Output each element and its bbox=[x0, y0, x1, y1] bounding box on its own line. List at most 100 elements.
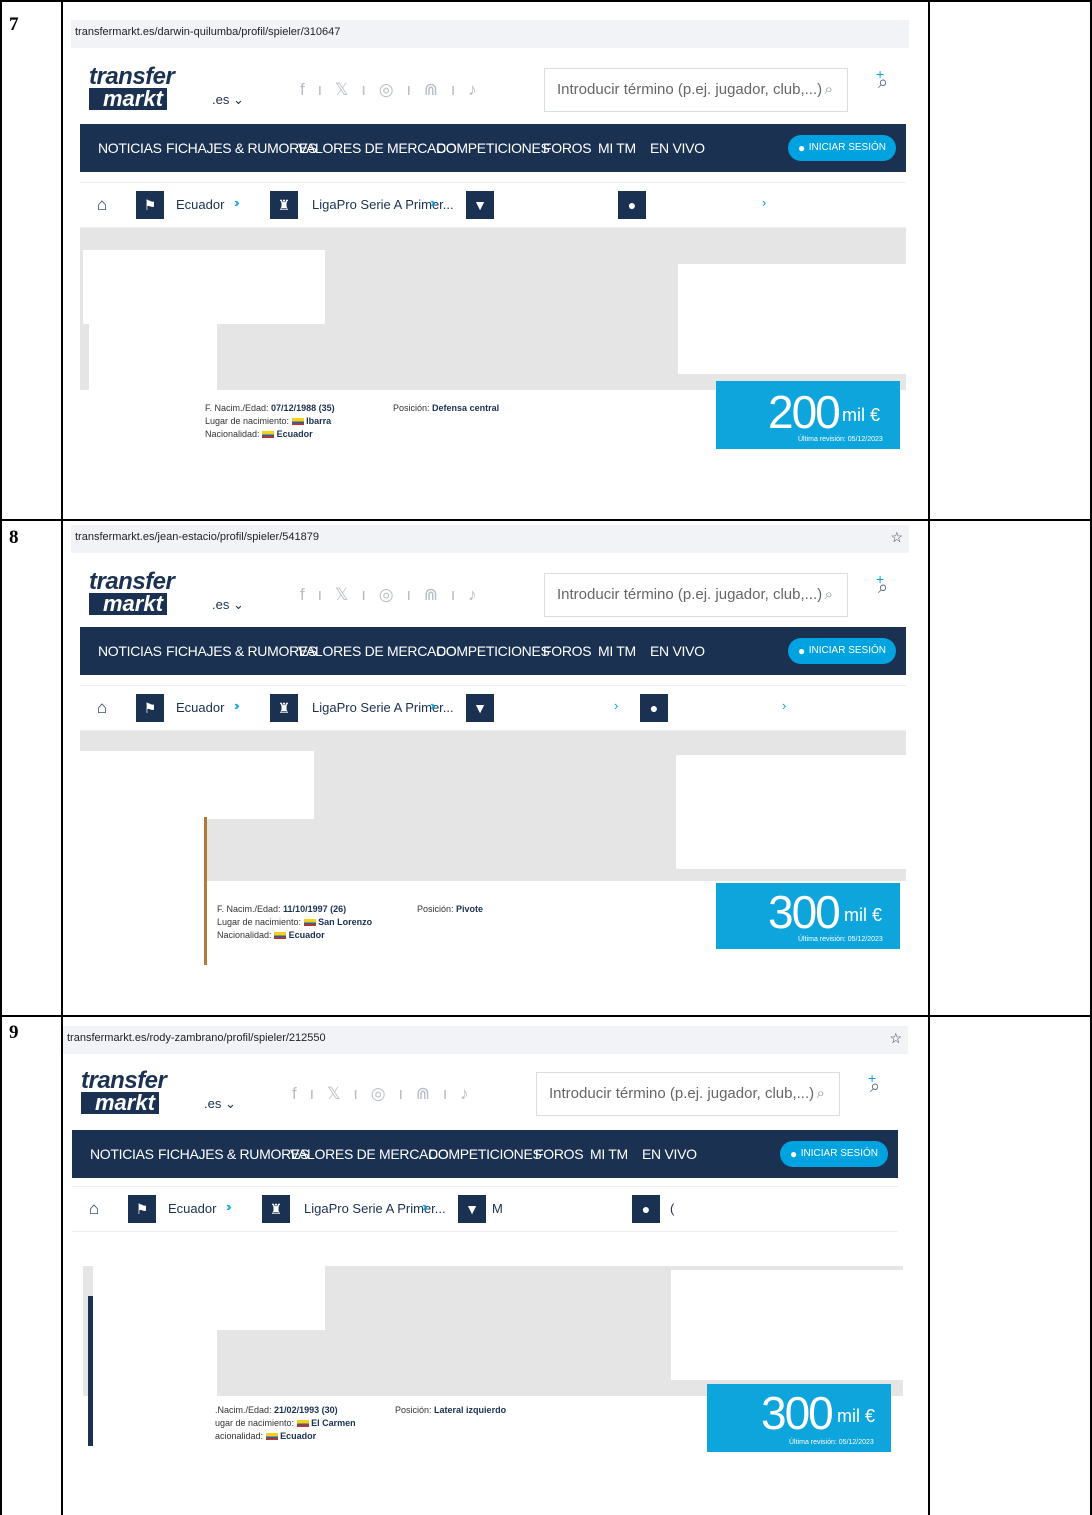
player-icon: ● bbox=[640, 694, 668, 722]
market-value-box[interactable]: 300 mil € Última revisión: 05/12/2023 bbox=[707, 1384, 891, 1452]
domain-selector[interactable]: .es ⌄ bbox=[212, 597, 244, 613]
url-text: transfermarkt.es/darwin-quilumba/profil/… bbox=[75, 26, 341, 38]
row-number: 9 bbox=[9, 1022, 19, 1043]
login-button[interactable]: ● INICIAR SESIÓN bbox=[780, 1141, 888, 1167]
player-position: Posición: Defensa central bbox=[393, 403, 500, 413]
home-icon[interactable]: ⌂ bbox=[88, 191, 116, 219]
domain-selector[interactable]: .es ⌄ bbox=[204, 1096, 236, 1112]
search-input[interactable]: Introducir término (p.ej. jugador, club,… bbox=[544, 68, 848, 112]
home-icon[interactable]: ⌂ bbox=[88, 694, 116, 722]
advanced-search-icon[interactable]: ⌕ + bbox=[868, 1070, 880, 1097]
bookmark-star-icon: ☆ bbox=[890, 529, 903, 545]
breadcrumb-arrow: ›› bbox=[430, 195, 435, 210]
nav-fichajes[interactable]: FICHAJES & RUMORES bbox=[158, 1146, 309, 1162]
social-icons[interactable]: f ı 𝕏 ı ◎ ı ⋒ ı ♪ bbox=[300, 585, 481, 605]
nav-mitm[interactable]: MI TM bbox=[598, 643, 636, 659]
transfermarkt-logo[interactable]: transfer markt bbox=[81, 1069, 205, 1116]
row-number: 8 bbox=[9, 527, 19, 548]
nav-competiciones[interactable]: COMPETICIONES bbox=[436, 140, 550, 156]
trophy-icon: ♜ bbox=[270, 191, 298, 219]
market-value: 200 bbox=[768, 386, 841, 438]
main-nav: NOTICIAS FICHAJES & RUMORES VALORES DE M… bbox=[72, 1130, 898, 1178]
flag-icon: ⚑ bbox=[136, 694, 164, 722]
nav-fichajes[interactable]: FICHAJES & RUMORES bbox=[166, 140, 317, 156]
market-value-unit: mil € bbox=[842, 405, 881, 425]
breadcrumb-player[interactable]: ( bbox=[670, 1201, 674, 1216]
nav-envivo[interactable]: EN VIVO bbox=[642, 1146, 697, 1162]
browser-url-bar[interactable]: transfermarkt.es/jean-estacio/profil/spi… bbox=[71, 525, 909, 553]
nav-envivo[interactable]: EN VIVO bbox=[650, 140, 705, 156]
player-icon: ● bbox=[618, 191, 646, 219]
transfermarkt-logo[interactable]: transfer markt bbox=[89, 570, 213, 617]
breadcrumb-country[interactable]: Ecuador bbox=[176, 700, 224, 715]
nav-competiciones[interactable]: COMPETICIONES bbox=[436, 643, 550, 659]
search-input[interactable]: Introducir término (p.ej. jugador, club,… bbox=[536, 1072, 840, 1116]
search-icon: ⌕ bbox=[824, 81, 833, 98]
market-value-unit: mil € bbox=[837, 1406, 876, 1426]
nav-valores[interactable]: VALORES DE MERCADO bbox=[290, 1146, 449, 1162]
nav-foros[interactable]: FOROS bbox=[543, 643, 592, 659]
screenshot-row-9: transfermarkt.es/rody-zambrano/profil/sp… bbox=[63, 1026, 908, 1470]
ecuador-flag-icon bbox=[291, 418, 304, 426]
browser-url-bar[interactable]: transfermarkt.es/rody-zambrano/profil/sp… bbox=[63, 1026, 908, 1054]
nav-mitm[interactable]: MI TM bbox=[598, 140, 636, 156]
redacted-block bbox=[80, 751, 314, 819]
nav-noticias[interactable]: NOTICIAS bbox=[98, 643, 162, 659]
social-icons[interactable]: f ı 𝕏 ı ◎ ı ⋒ ı ♪ bbox=[300, 80, 481, 100]
shirt-icon: ▼ bbox=[458, 1195, 486, 1223]
domain-selector[interactable]: .es ⌄ bbox=[212, 92, 244, 108]
nav-foros[interactable]: FOROS bbox=[535, 1146, 584, 1162]
nav-envivo[interactable]: EN VIVO bbox=[650, 643, 705, 659]
breadcrumb-country[interactable]: Ecuador bbox=[168, 1201, 216, 1216]
breadcrumb-country[interactable]: Ecuador bbox=[176, 197, 224, 212]
breadcrumb-arrow: › bbox=[614, 698, 619, 713]
breadcrumb-arrow: › bbox=[782, 698, 787, 713]
redacted-club-block bbox=[678, 264, 906, 374]
breadcrumb-arrow: ›› bbox=[234, 698, 239, 713]
home-icon[interactable]: ⌂ bbox=[80, 1195, 108, 1223]
nav-fichajes[interactable]: FICHAJES & RUMORES bbox=[166, 643, 317, 659]
player-info: .Nacim./Edad: 21/02/1993 (30) ugar de na… bbox=[215, 1405, 356, 1441]
search-icon: ⌕ bbox=[816, 1085, 825, 1102]
market-value-date: Última revisión: 05/12/2023 bbox=[798, 936, 883, 943]
redacted-photo bbox=[80, 815, 206, 965]
main-nav: NOTICIAS FICHAJES & RUMORES VALORES DE M… bbox=[80, 627, 906, 675]
redacted-block bbox=[93, 1262, 325, 1330]
nav-noticias[interactable]: NOTICIAS bbox=[90, 1146, 154, 1162]
breadcrumb: ⌂ ⚑ Ecuador ›› ♜ LigaPro Serie A Primer.… bbox=[80, 685, 906, 731]
transfermarkt-logo[interactable]: transfer markt bbox=[89, 65, 213, 112]
screenshot-row-7: transfermarkt.es/darwin-quilumba/profil/… bbox=[71, 20, 909, 464]
ecuador-flag-icon bbox=[265, 1433, 278, 1441]
site-header: transfer markt .es ⌄ f ı 𝕏 ı ◎ ı ⋒ ı ♪ In… bbox=[80, 563, 906, 627]
social-icons[interactable]: f ı 𝕏 ı ◎ ı ⋒ ı ♪ bbox=[292, 1084, 473, 1104]
breadcrumb-arrow: ›› bbox=[430, 698, 435, 713]
breadcrumb-arrow: › bbox=[762, 195, 767, 210]
ecuador-flag-icon bbox=[296, 1420, 309, 1428]
advanced-search-icon[interactable]: ⌕ + bbox=[876, 66, 888, 93]
search-input[interactable]: Introducir término (p.ej. jugador, club,… bbox=[544, 573, 848, 617]
nav-foros[interactable]: FOROS bbox=[543, 140, 592, 156]
breadcrumb: ⌂ ⚑ Ecuador ›› ♜ LigaPro Serie A Primer.… bbox=[80, 182, 906, 228]
user-icon: ● bbox=[798, 141, 806, 155]
ecuador-flag-icon bbox=[303, 919, 316, 927]
nav-noticias[interactable]: NOTICIAS bbox=[98, 140, 162, 156]
breadcrumb-arrow: ›› bbox=[226, 1199, 231, 1214]
market-value-box[interactable]: 200 mil € Última revisión: 05/12/2023 bbox=[716, 381, 900, 449]
market-value-box[interactable]: 300 mil € Última revisión: 05/12/2023 bbox=[716, 883, 900, 949]
login-button[interactable]: ● INICIAR SESIÓN bbox=[788, 135, 896, 161]
nav-valores[interactable]: VALORES DE MERCADO bbox=[298, 140, 457, 156]
advanced-search-icon[interactable]: ⌕ + bbox=[876, 571, 888, 598]
nav-competiciones[interactable]: COMPETICIONES bbox=[428, 1146, 542, 1162]
ecuador-flag-icon bbox=[262, 431, 275, 439]
browser-url-bar[interactable]: transfermarkt.es/darwin-quilumba/profil/… bbox=[71, 20, 909, 48]
breadcrumb-arrow: ›› bbox=[422, 1199, 427, 1214]
login-button[interactable]: ● INICIAR SESIÓN bbox=[788, 638, 896, 664]
breadcrumb: ⌂ ⚑ Ecuador ›› ♜ LigaPro Serie A Primer.… bbox=[72, 1186, 898, 1232]
redacted-club-block bbox=[676, 755, 908, 869]
row-number: 7 bbox=[9, 14, 19, 35]
nav-mitm[interactable]: MI TM bbox=[590, 1146, 628, 1162]
nav-valores[interactable]: VALORES DE MERCADO bbox=[298, 643, 457, 659]
trophy-icon: ♜ bbox=[262, 1195, 290, 1223]
breadcrumb-club[interactable]: M bbox=[492, 1201, 503, 1216]
player-info: F. Nacim./Edad: 11/10/1997 (26) Lugar de… bbox=[217, 904, 373, 940]
